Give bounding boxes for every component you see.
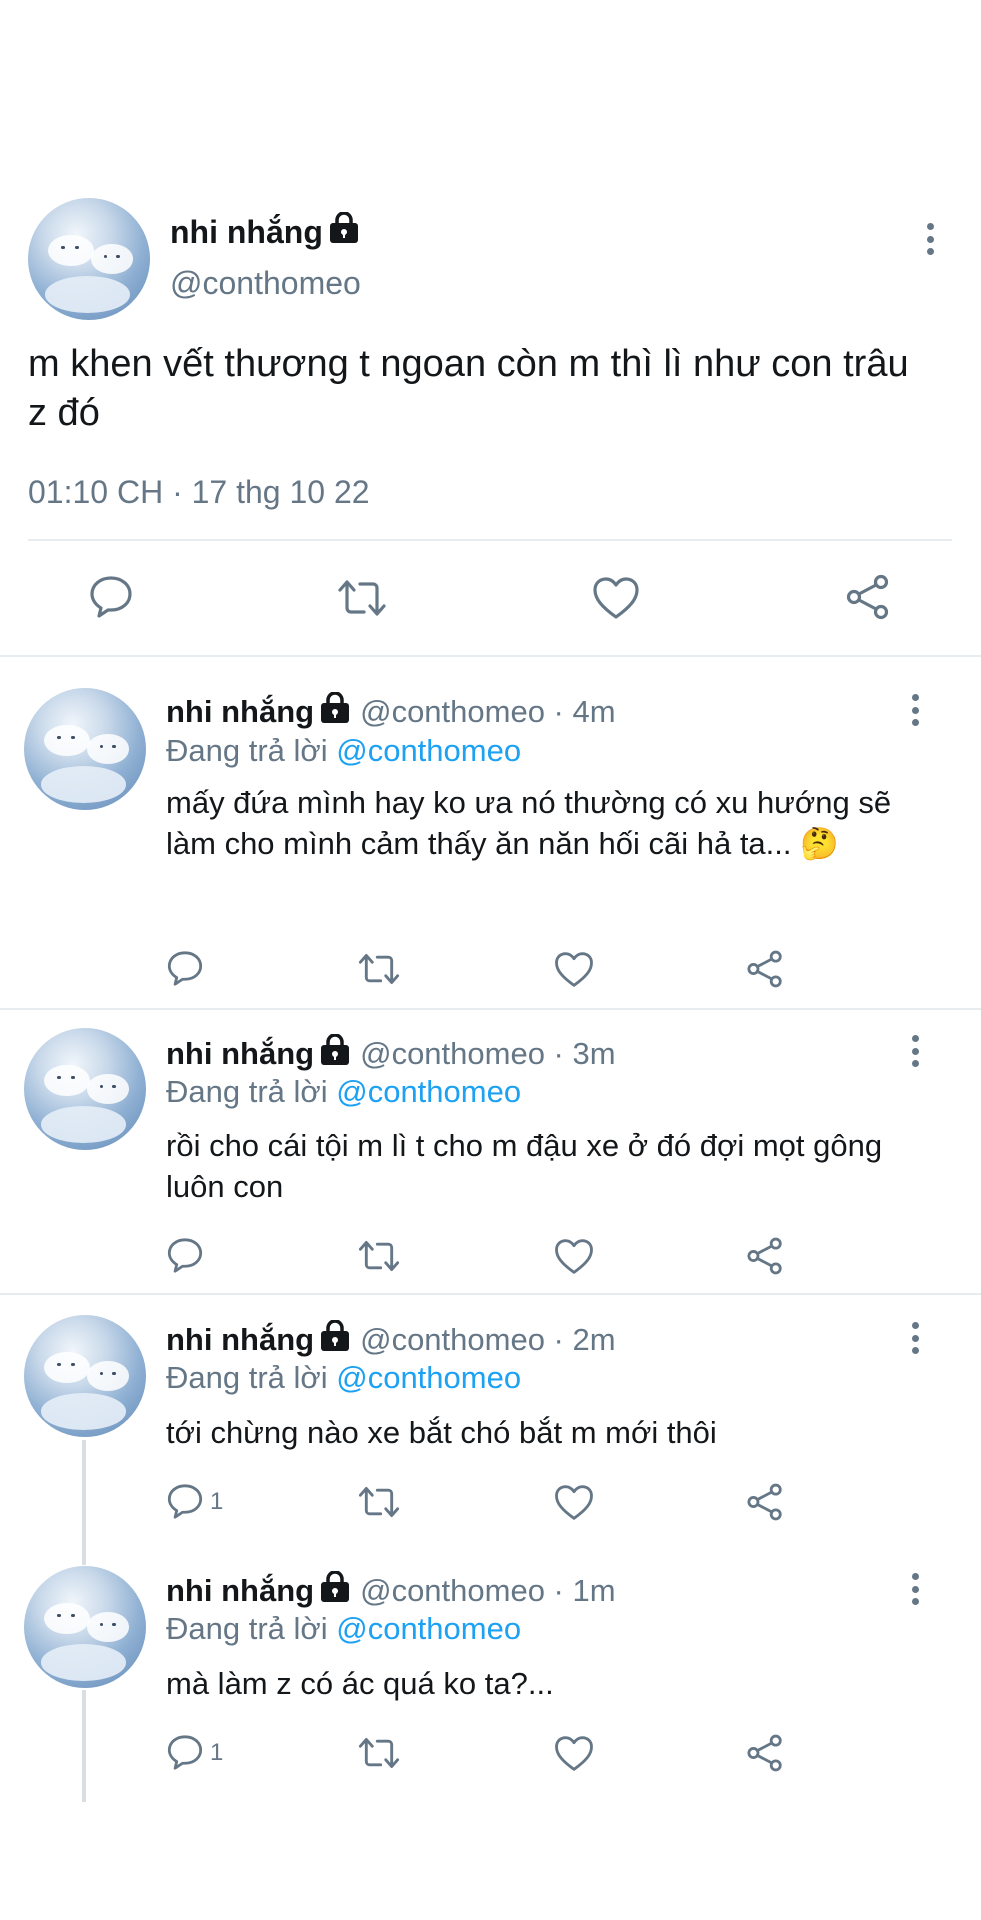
lock-icon (320, 1033, 350, 1074)
mention-link[interactable]: @conthomeo (336, 1611, 521, 1646)
reply-button[interactable]: 1 (166, 1734, 223, 1771)
like-button[interactable] (554, 951, 594, 988)
retweet-arrows-icon (338, 580, 386, 616)
retweet-arrows-icon (358, 1738, 400, 1768)
avatar[interactable] (24, 1315, 146, 1437)
share-button[interactable] (746, 1237, 784, 1275)
avatar[interactable] (24, 1566, 146, 1688)
more-options-icon[interactable] (909, 1322, 921, 1354)
tweet-text: mà làm z có ác quá ko ta?... (166, 1666, 554, 1701)
retweet-button[interactable] (357, 952, 401, 986)
lock-icon (329, 211, 359, 252)
share-button[interactable] (746, 1483, 784, 1521)
lock-icon (320, 691, 350, 732)
share-button[interactable] (845, 574, 891, 620)
share-nodes-icon (747, 1237, 782, 1275)
author-handle[interactable]: @conthomeo (170, 265, 361, 302)
heart-icon (555, 952, 593, 987)
author-name[interactable]: nhi nhắng (166, 1573, 314, 1609)
reply-button[interactable] (88, 575, 134, 619)
speech-bubble-icon (167, 1735, 203, 1770)
mention-link[interactable]: @conthomeo (336, 1360, 521, 1395)
retweet-arrows-icon (358, 1487, 400, 1517)
tweet-text: rồi cho cái tội m lì t cho m đậu xe ở đó… (166, 1128, 883, 1204)
retweet-arrows-icon (358, 954, 400, 984)
tweet-timestamp[interactable]: 01:10 CH · 17 thg 10 22 (28, 474, 370, 511)
tweet-text: m khen vết thương t ngoan còn m thì lì n… (28, 343, 909, 435)
share-button[interactable] (746, 1734, 784, 1772)
author-handle[interactable]: @conthomeo · 2m (360, 1322, 615, 1358)
more-options-icon[interactable] (924, 223, 936, 255)
retweet-button[interactable] (357, 1239, 401, 1273)
retweet-button[interactable] (336, 578, 388, 618)
author-handle[interactable]: @conthomeo · 1m (360, 1573, 615, 1609)
reply-button[interactable] (166, 1237, 210, 1274)
replying-to: Đang trả lời @conthomeo (166, 1611, 521, 1647)
main-tweet: nhi nhắng @conthomeo m khen vết thương t… (0, 0, 981, 656)
speech-bubble-icon (90, 576, 132, 618)
retweet-button[interactable] (357, 1485, 401, 1519)
lock-icon (320, 1570, 350, 1611)
avatar[interactable] (24, 1028, 146, 1150)
like-button[interactable] (554, 1238, 594, 1275)
heart-icon (555, 1485, 593, 1520)
reply-count: 1 (210, 1487, 224, 1515)
heart-icon (593, 577, 639, 619)
author-handle[interactable]: @conthomeo · 4m (360, 694, 615, 730)
share-nodes-icon (747, 1734, 782, 1772)
heart-icon (555, 1239, 593, 1274)
heart-icon (555, 1736, 593, 1771)
replying-prefix: Đang trả lời (166, 733, 337, 768)
speech-bubble-icon (167, 1238, 203, 1273)
share-nodes-icon (747, 950, 782, 988)
more-options-icon[interactable] (909, 1035, 921, 1067)
lock-icon (320, 1319, 350, 1360)
divider (28, 539, 952, 541)
author-name-row: nhi nhắng @conthomeo · 1m (166, 1570, 616, 1611)
retweet-button[interactable] (357, 1736, 401, 1770)
tweet-text: mấy đứa mình hay ko ưa nó thường có xu h… (166, 785, 892, 861)
like-button[interactable] (554, 1484, 594, 1521)
divider (0, 1008, 981, 1010)
author-name-row: nhi nhắng (170, 211, 359, 252)
like-button[interactable] (592, 576, 640, 620)
retweet-arrows-icon (358, 1241, 400, 1271)
replying-to: Đang trả lời @conthomeo (166, 733, 521, 769)
thread-connector-line (82, 1440, 86, 1565)
avatar[interactable] (28, 198, 150, 320)
author-name[interactable]: nhi nhắng (166, 1322, 314, 1358)
author-name[interactable]: nhi nhắng (166, 1036, 314, 1072)
speech-bubble-icon (167, 951, 203, 986)
speech-bubble-icon (167, 1484, 203, 1519)
reply-button[interactable] (166, 950, 210, 987)
author-handle[interactable]: @conthomeo · 3m (360, 1036, 615, 1072)
tweet-text: tới chừng nào xe bắt chó bắt m mới thôi (166, 1415, 717, 1450)
author-name-row: nhi nhắng @conthomeo · 2m (166, 1319, 616, 1360)
mention-link[interactable]: @conthomeo (336, 1074, 521, 1109)
replying-to: Đang trả lời @conthomeo (166, 1360, 521, 1396)
divider (0, 655, 981, 657)
replying-prefix: Đang trả lời (166, 1074, 337, 1109)
author-name-row: nhi nhắng @conthomeo · 4m (166, 691, 616, 732)
avatar[interactable] (24, 688, 146, 810)
like-button[interactable] (554, 1735, 594, 1772)
author-name[interactable]: nhi nhắng (170, 214, 323, 251)
replying-prefix: Đang trả lời (166, 1611, 337, 1646)
share-nodes-icon (747, 1483, 782, 1521)
more-options-icon[interactable] (909, 694, 921, 726)
reply-button[interactable]: 1 (166, 1483, 223, 1520)
share-button[interactable] (746, 950, 784, 988)
reply-count: 1 (210, 1738, 224, 1766)
mention-link[interactable]: @conthomeo (336, 733, 521, 768)
replying-prefix: Đang trả lời (166, 1360, 337, 1395)
author-name-row: nhi nhắng @conthomeo · 3m (166, 1033, 616, 1074)
replying-to: Đang trả lời @conthomeo (166, 1074, 521, 1110)
author-name[interactable]: nhi nhắng (166, 694, 314, 730)
divider (0, 1293, 981, 1295)
thread-connector-line (82, 1690, 86, 1802)
more-options-icon[interactable] (909, 1573, 921, 1605)
share-nodes-icon (846, 574, 889, 620)
